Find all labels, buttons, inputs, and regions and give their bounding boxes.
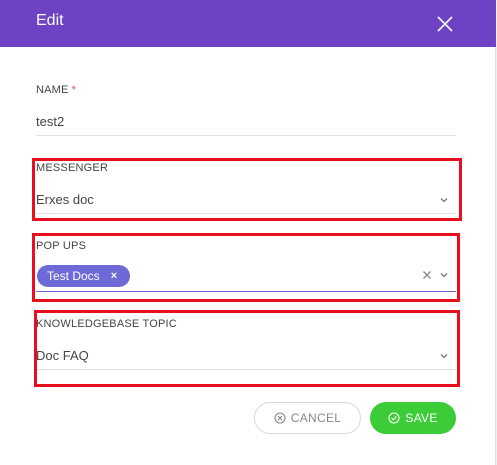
- close-icon: [437, 16, 453, 32]
- name-underline: [36, 135, 456, 136]
- dialog-title: Edit: [36, 12, 64, 29]
- cancel-button[interactable]: CANCEL: [254, 402, 361, 434]
- save-button[interactable]: SAVE: [370, 402, 456, 434]
- save-label: SAVE: [405, 411, 438, 425]
- knowledgebase-topic-highlight-box: [34, 310, 460, 387]
- required-marker: *: [71, 84, 77, 96]
- messenger-highlight-box: [32, 158, 462, 221]
- check-circle-icon: [388, 412, 400, 424]
- dialog-header: Edit: [0, 0, 496, 47]
- cancel-circle-icon: [274, 412, 286, 424]
- name-input[interactable]: test2: [36, 114, 64, 129]
- cancel-label: CANCEL: [290, 411, 342, 425]
- popups-highlight-box: [32, 233, 460, 302]
- name-label: NAME *: [36, 84, 77, 96]
- edit-dialog: Edit NAME * test2 MESSENGER Erxes doc POP…: [0, 0, 496, 465]
- close-button[interactable]: [433, 12, 457, 36]
